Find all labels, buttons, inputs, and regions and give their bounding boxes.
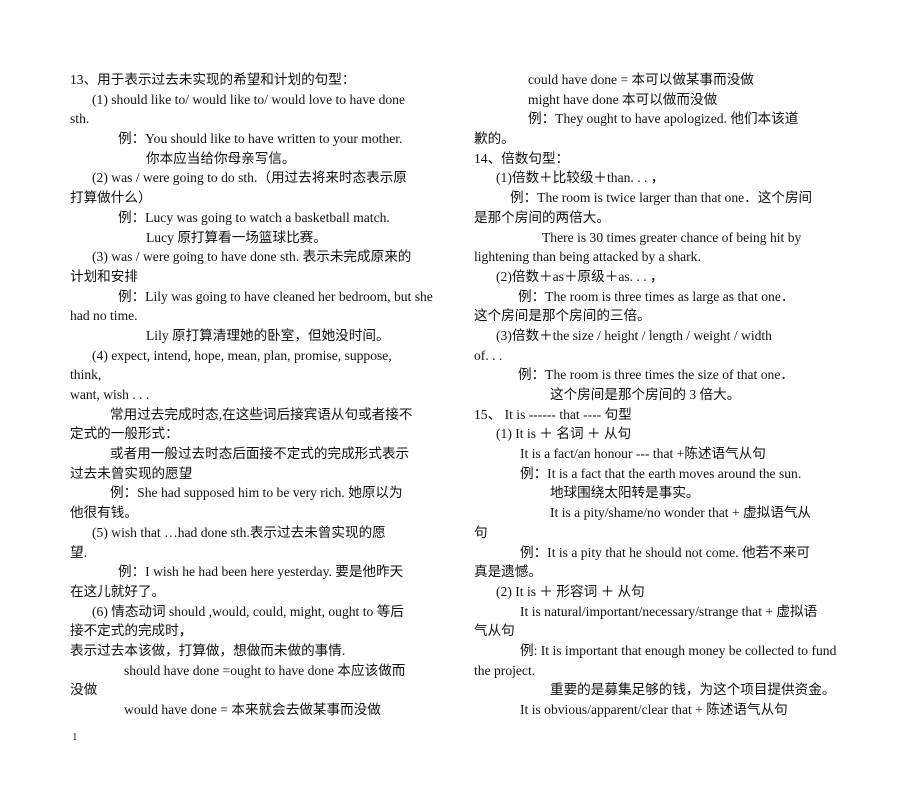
example-cont-line: the project. — [474, 662, 536, 678]
note-cont-line: 定式的一般形式： — [70, 426, 179, 442]
pattern-line: (6) 情态动词 should ,would, could, might, ou… — [92, 603, 404, 619]
pattern-cont-line: 望. — [70, 544, 87, 560]
example-line: 例：They ought to have apologized. 他们本该道 — [528, 111, 799, 127]
pattern-line: could have done = 本可以做某事而没做 — [528, 72, 754, 87]
pattern-cont-line: 计划和安排 — [70, 268, 138, 284]
pattern-line: might have done 本可以做而没做 — [528, 91, 718, 107]
pattern-line: (2) was / were going to do sth.（用过去将来时态表… — [92, 170, 407, 186]
example-cont-line: 他很有钱。 — [70, 505, 138, 521]
pattern-cont-line: sth. — [70, 111, 90, 127]
pattern-line: It is a pity/shame/no wonder that + 虚拟语气… — [550, 505, 812, 521]
example-line: 例：She had supposed him to be very rich. … — [110, 485, 403, 501]
pattern-cont-line: want, wish . . . — [70, 387, 150, 402]
pattern-line: It is obvious/apparent/clear that + 陈述语气… — [520, 702, 788, 717]
pattern-line: should have done =ought to have done 本应该… — [124, 662, 406, 678]
section-heading-line: 13、用于表示过去未实现的希望和计划的句型： — [70, 72, 356, 87]
example-line: There is 30 times greater chance of bein… — [542, 229, 802, 245]
pattern-line: (5) wish that …had done sth.表示过去未曾实现的愿 — [92, 524, 386, 540]
example-line: 例：It is a pity that he should not come. … — [520, 544, 810, 560]
example-cont-line: 在这儿就好了。 — [70, 583, 166, 599]
section-heading-line: 15、 It is ------ that ---- 句型 — [474, 406, 632, 422]
note-cont-line: 过去未曾实现的愿望 — [70, 465, 193, 481]
example-cont-line: 是那个房间的两倍大。 — [474, 209, 610, 225]
pattern-line: would have done = 本来就会去做某事而没做 — [124, 702, 381, 717]
example-cont-line: 真是遗憾。 — [474, 564, 542, 580]
translation-line: Lucy 原打算看一场篮球比赛。 — [146, 229, 327, 245]
pattern-line: (1) It is ＋ 名词 ＋ 从句 — [496, 426, 632, 442]
note-line: 常用过去完成时态,在这些词后接宾语从句或者接不 — [110, 406, 413, 422]
translation-line: 这个房间是那个房间的 3 倍大。 — [550, 387, 741, 402]
pattern-cont-line: 句 — [474, 524, 488, 540]
pattern-cont-line: of. . . — [474, 347, 503, 363]
example-line: 例：I wish he had been here yesterday. 要是他… — [118, 564, 404, 580]
pattern-cont-line: think, — [70, 367, 102, 383]
right-column: could have done = 本可以做某事而没做 might have do… — [474, 70, 874, 720]
translation-line: 地球围绕太阳转是事实。 — [550, 485, 700, 501]
pattern-line: It is natural/important/necessary/strang… — [520, 603, 818, 619]
pattern-cont-line: 没做 — [70, 682, 98, 698]
pattern-line: (2)倍数＋as＋原级＋as. . . ， — [496, 268, 664, 284]
example-line: 例：The room is three times the size of th… — [518, 367, 794, 383]
note-line: 或者用一般过去时态后面接不定式的完成形式表示 — [110, 446, 410, 462]
pattern-cont-line: 气从句 — [474, 623, 515, 639]
example-line: 例：The room is three times as large as th… — [518, 288, 795, 304]
example-line: 例：It is a fact that the earth moves arou… — [520, 465, 802, 481]
example-cont-line: 歉的。 — [474, 131, 515, 147]
pattern-line: (1)倍数＋比较级＋than. . . ， — [496, 170, 665, 186]
pattern-line: (3)倍数＋the size / height / length / weigh… — [496, 327, 772, 343]
left-column: 13、用于表示过去未实现的希望和计划的句型： (1) should like to… — [70, 70, 470, 720]
translation-line: 这个房间是那个房间的三倍。 — [474, 308, 651, 324]
example-line: 例：You should like to have written to you… — [118, 131, 403, 147]
example-line: 例：Lily was going to have cleaned her bed… — [118, 288, 433, 304]
example-cont-line: lightening than being attacked by a shar… — [474, 249, 701, 265]
pattern-line: (2) It is ＋ 形容词 ＋ 从句 — [496, 583, 645, 599]
translation-line: 你本应当给你母亲写信。 — [146, 150, 296, 166]
translation-line: Lily 原打算清理她的卧室，但她没时间。 — [146, 327, 390, 343]
example-line: 例：Lucy was going to watch a basketball m… — [118, 209, 390, 225]
example-line: 例: It is important that enough money be … — [520, 642, 837, 658]
pattern-line: (3) was / were going to have done sth. 表… — [92, 249, 412, 265]
translation-line: 重要的是募集足够的钱，为这个项目提供资金。 — [550, 682, 836, 698]
pattern-line: (1) should like to/ would like to/ would… — [92, 91, 405, 107]
pattern-line: (4) expect, intend, hope, mean, plan, pr… — [92, 347, 392, 363]
section-heading-line: 14、倍数句型： — [474, 150, 570, 166]
pattern-cont-line: 打算做什么） — [70, 190, 152, 206]
example-cont-line: had no time. — [70, 308, 138, 324]
note-line: 表示过去本该做，打算做，想做而未做的事情. — [70, 642, 346, 658]
example-line: 例：The room is twice larger than that one… — [510, 190, 813, 206]
page-number: 1 — [72, 731, 78, 743]
pattern-cont-line: 接不定式的完成时， — [70, 623, 193, 639]
pattern-line: It is a fact/an honour --- that +陈述语气从句 — [520, 446, 766, 462]
